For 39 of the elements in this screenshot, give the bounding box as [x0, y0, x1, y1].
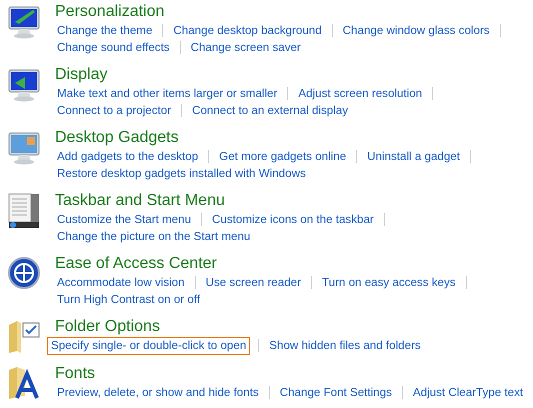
task-link[interactable]: Adjust ClearType text — [410, 384, 526, 400]
task-link[interactable]: Change sound effects — [55, 40, 172, 56]
category-title[interactable]: Display — [55, 65, 442, 85]
monitor-icon — [6, 4, 40, 40]
category-title[interactable]: Taskbar and Start Menu — [55, 191, 393, 211]
task-link[interactable]: Change Font Settings — [278, 384, 394, 400]
task-link[interactable]: Use screen reader — [204, 274, 303, 290]
task-link[interactable]: Change desktop background — [171, 22, 324, 38]
task-link[interactable]: Customize icons on the taskbar — [210, 212, 376, 228]
category-title[interactable]: Ease of Access Center — [55, 254, 475, 274]
task-link[interactable]: Make text and other items larger or smaller — [55, 86, 280, 102]
task-link[interactable]: Accommodate low vision — [55, 274, 187, 290]
taskbar-icon — [6, 193, 40, 229]
task-link[interactable]: Change the theme — [55, 22, 154, 38]
category-title[interactable]: Desktop Gadgets — [55, 128, 479, 148]
task-link[interactable]: Turn on easy access keys — [320, 274, 458, 290]
accessibility-icon — [6, 256, 40, 290]
task-link[interactable]: Get more gadgets online — [217, 148, 348, 164]
task-link[interactable]: Change screen saver — [188, 40, 303, 56]
fonts-folder-icon — [6, 366, 40, 400]
monitor-icon — [6, 130, 40, 166]
folder-icon — [6, 319, 40, 355]
task-link[interactable]: Customize the Start menu — [55, 212, 194, 228]
task-link[interactable]: Connect to a projector — [55, 102, 174, 118]
category-title[interactable]: Folder Options — [55, 317, 423, 337]
task-link[interactable]: Connect to an external display — [190, 102, 350, 118]
task-link[interactable]: Preview, delete, or show and hide fonts — [55, 384, 261, 400]
category-title[interactable]: Fonts — [55, 364, 526, 384]
task-link[interactable]: Turn High Contrast on or off — [55, 292, 202, 308]
task-link[interactable]: Change window glass colors — [340, 22, 492, 38]
task-link[interactable]: Uninstall a gadget — [365, 148, 462, 164]
task-link[interactable]: Adjust screen resolution — [296, 86, 424, 102]
task-link[interactable]: Add gadgets to the desktop — [55, 148, 200, 164]
task-link[interactable]: Show hidden files and folders — [267, 338, 423, 354]
category-title[interactable]: Personalization — [55, 2, 509, 22]
monitor-icon — [6, 67, 40, 103]
task-link[interactable]: Change the picture on the Start menu — [55, 228, 252, 244]
task-link[interactable]: Specify single- or double-click to open — [47, 336, 250, 354]
task-link[interactable]: Restore desktop gadgets installed with Windows — [55, 166, 308, 182]
